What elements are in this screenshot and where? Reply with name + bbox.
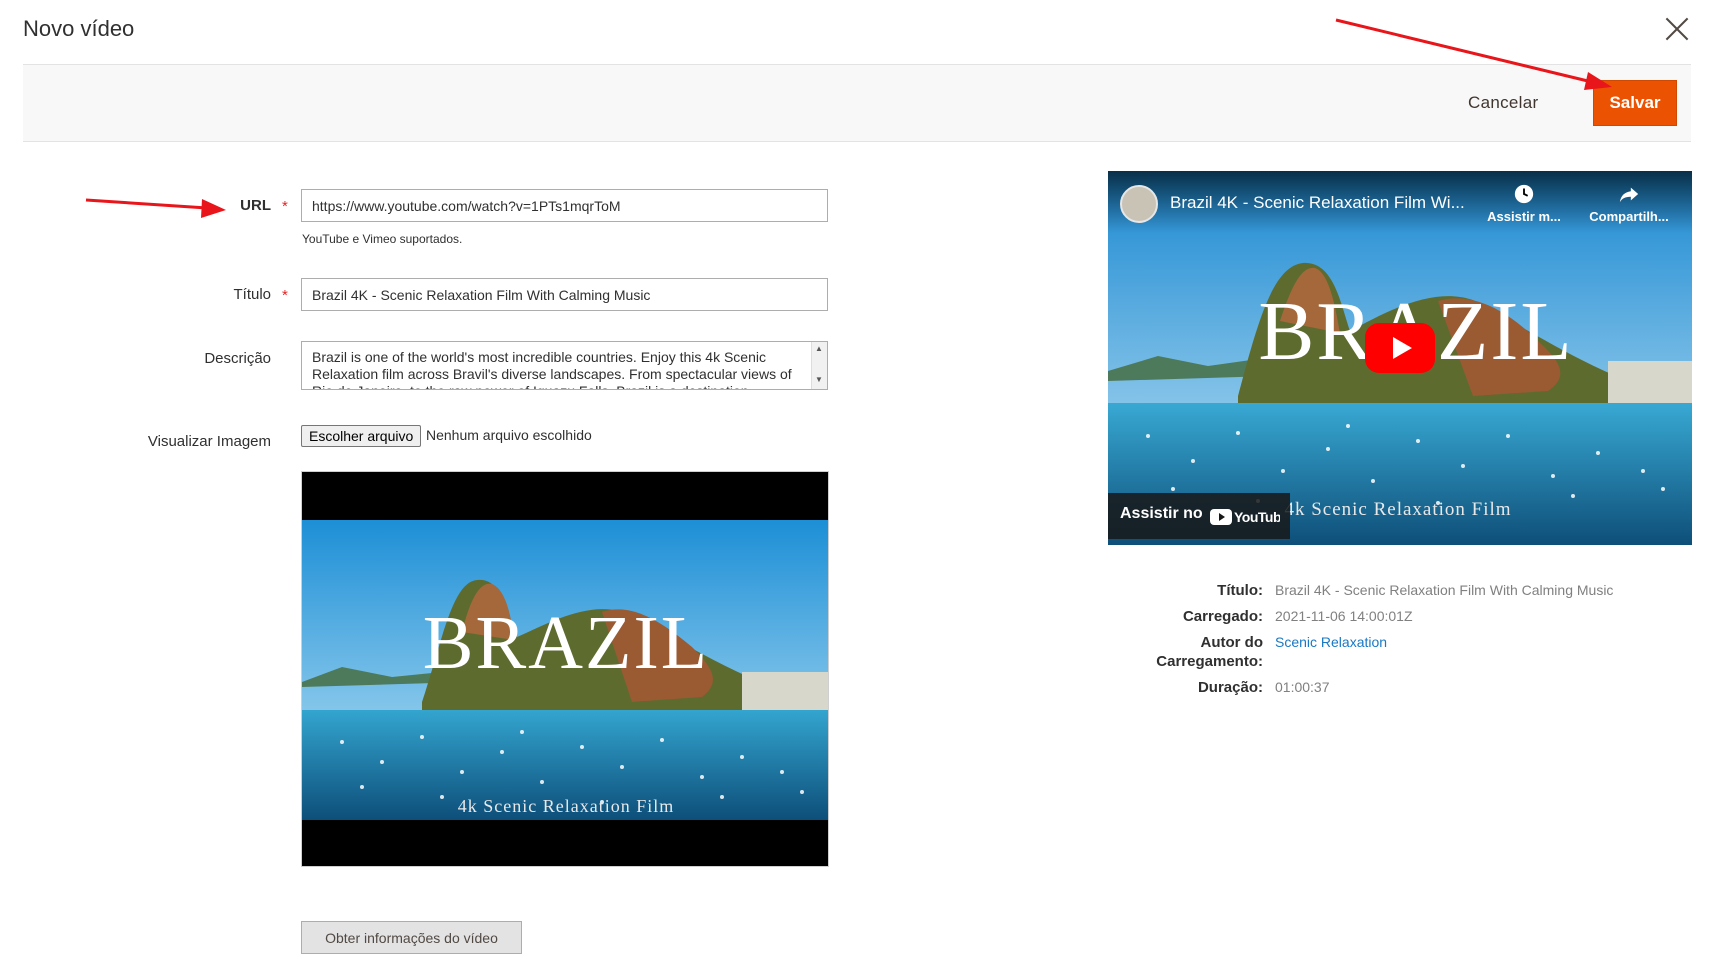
info-author-label: Autor do Carregamento: xyxy=(1123,633,1263,671)
player-video-title[interactable]: Brazil 4K - Scenic Relaxation Film Wi... xyxy=(1170,193,1490,213)
scroll-down-icon[interactable]: ▼ xyxy=(815,375,823,384)
clock-icon xyxy=(1514,184,1534,204)
video-player[interactable]: BRAZIL 4k Scenic Relaxation Film Brazil … xyxy=(1108,171,1692,545)
url-required-mark: * xyxy=(282,198,288,215)
textarea-scrollbar[interactable]: ▲ ▼ xyxy=(811,342,827,389)
share-icon xyxy=(1619,187,1639,203)
info-uploaded-label: Carregado: xyxy=(1182,608,1263,625)
player-subheading: 4k Scenic Relaxation Film xyxy=(1284,499,1511,520)
save-button[interactable]: Salvar xyxy=(1593,80,1677,126)
info-duration-label: Duração: xyxy=(1197,679,1263,696)
info-title-value: Brazil 4K - Scenic Relaxation Film With … xyxy=(1275,582,1614,598)
url-input[interactable] xyxy=(301,189,828,222)
cancel-button[interactable]: Cancelar xyxy=(1468,88,1538,118)
scroll-up-icon[interactable]: ▲ xyxy=(815,344,823,353)
info-title-label: Título: xyxy=(1217,582,1263,599)
description-textarea[interactable]: Brazil is one of the world's most incred… xyxy=(301,341,828,390)
description-label: Descrição xyxy=(204,350,271,367)
watch-on-label: Assistir no xyxy=(1120,505,1203,522)
watch-later-label: Assistir m... xyxy=(1487,209,1561,224)
share-button[interactable]: Compartilh... xyxy=(1586,183,1672,224)
url-hint: YouTube e Vimeo suportados. xyxy=(302,232,463,246)
watch-on-youtube-button[interactable]: Assistir no YouTube xyxy=(1108,493,1290,539)
info-author-label-line2: Carregamento: xyxy=(1156,653,1263,670)
description-text: Brazil is one of the world's most incred… xyxy=(312,349,792,389)
info-uploaded-value: 2021-11-06 14:00:01Z xyxy=(1275,608,1413,624)
info-duration-value: 01:00:37 xyxy=(1275,679,1330,695)
modal-title: Novo vídeo xyxy=(23,16,135,41)
preview-thumbnail: BRAZIL 4k Scenic Relaxation Film xyxy=(301,471,829,867)
watch-later-button[interactable]: Assistir m... xyxy=(1484,183,1564,224)
thumbnail-subheading: 4k Scenic Relaxation Film xyxy=(458,796,674,816)
title-input[interactable] xyxy=(301,278,828,311)
play-icon[interactable] xyxy=(1365,323,1435,373)
thumbnail-heading: BRAZIL xyxy=(423,601,709,685)
title-required-mark: * xyxy=(282,287,288,304)
action-bar xyxy=(23,64,1691,142)
file-status: Nenhum arquivo escolhido xyxy=(426,427,592,443)
info-author-link[interactable]: Scenic Relaxation xyxy=(1275,634,1387,650)
url-label: URL xyxy=(240,197,271,214)
get-video-info-button[interactable]: Obter informações do vídeo xyxy=(301,921,522,954)
close-icon[interactable] xyxy=(1664,16,1690,42)
thumbnail-scene: BRAZIL 4k Scenic Relaxation Film xyxy=(302,520,828,820)
info-author-label-line1: Autor do xyxy=(1200,634,1263,651)
youtube-logo-icon: YouTube xyxy=(1210,509,1280,525)
share-label: Compartilh... xyxy=(1589,209,1669,224)
preview-image-label: Visualizar Imagem xyxy=(147,433,271,450)
title-label: Título xyxy=(233,286,271,303)
youtube-logo-text: YouTube xyxy=(1234,509,1280,525)
channel-avatar[interactable] xyxy=(1120,185,1158,223)
choose-file-button[interactable]: Escolher arquivo xyxy=(301,425,422,447)
